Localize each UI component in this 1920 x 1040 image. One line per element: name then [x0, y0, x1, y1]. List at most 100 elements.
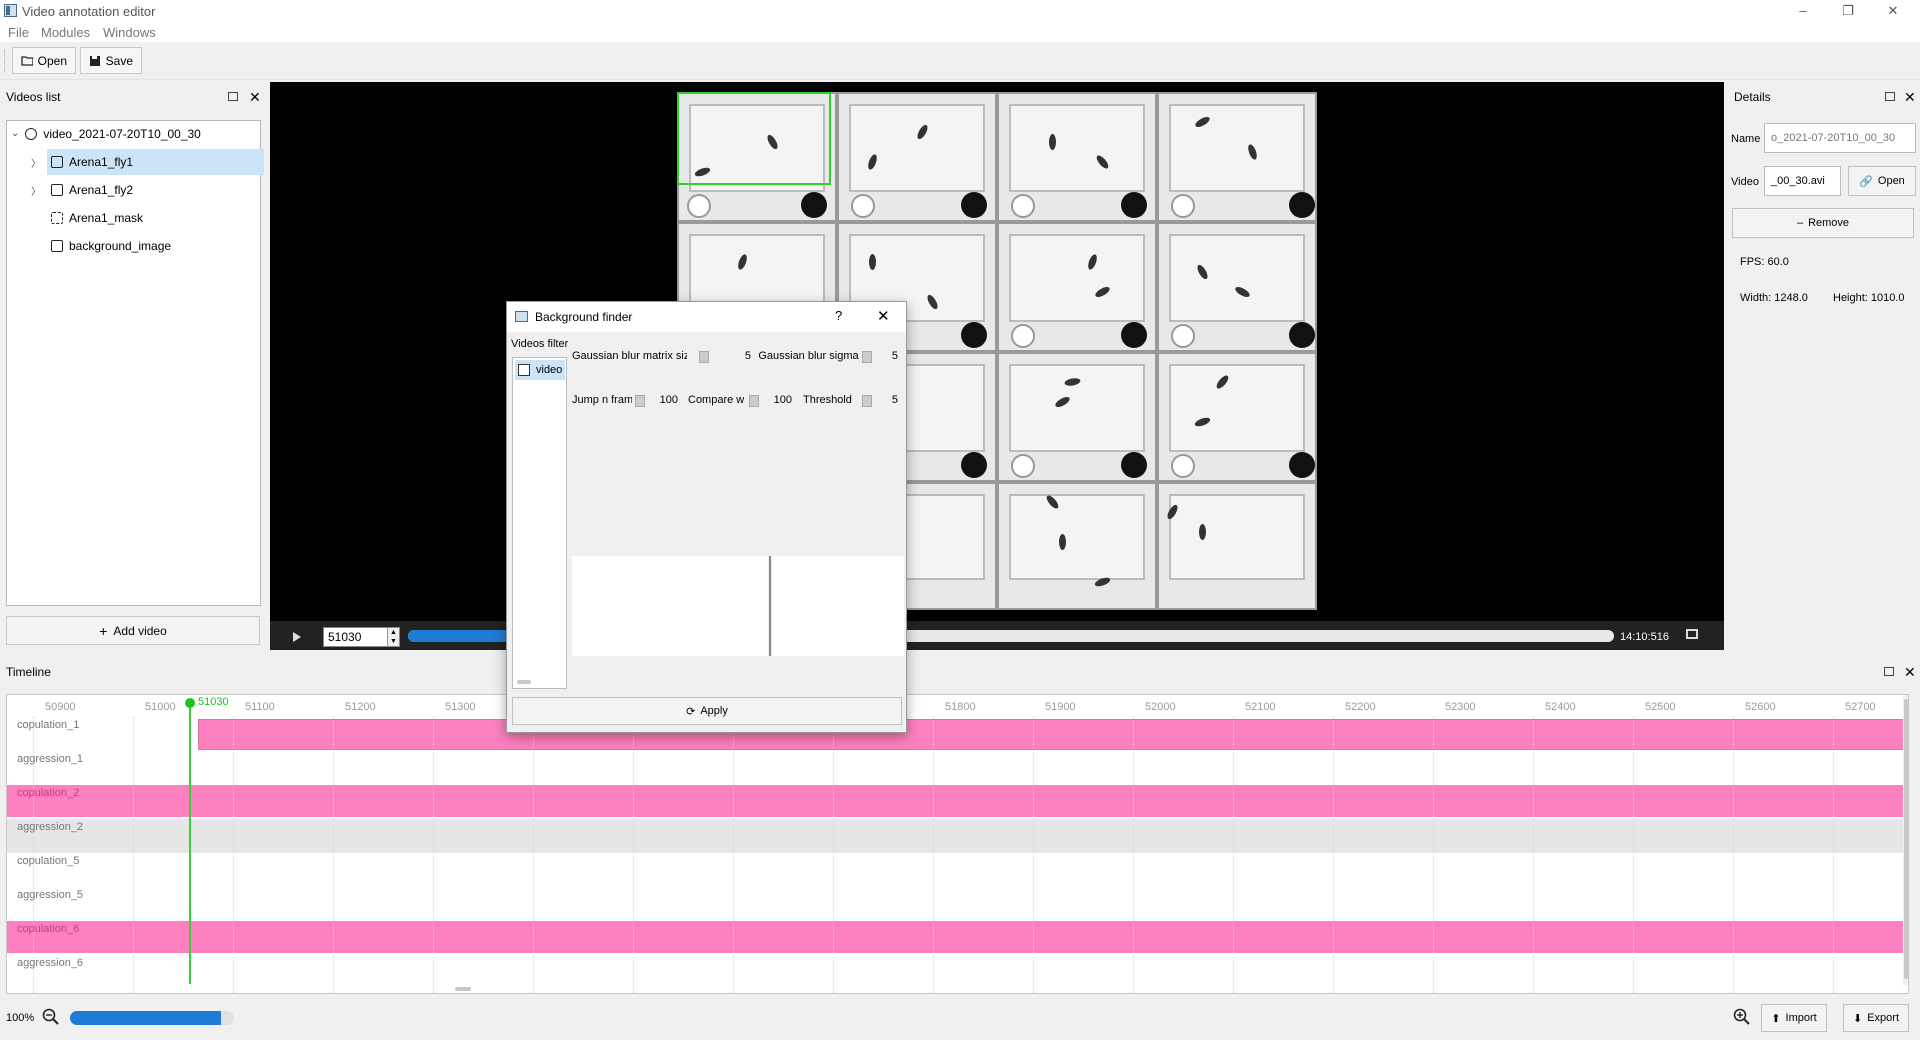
minimize-icon[interactable]: – [1784, 0, 1822, 22]
threshold-value[interactable]: 5 [878, 394, 898, 406]
menu-windows[interactable]: Windows [103, 25, 156, 40]
fullscreen-icon[interactable] [1686, 629, 1698, 639]
apply-label: Apply [700, 705, 728, 717]
blur-size-value[interactable]: 5 [715, 350, 751, 362]
remove-button[interactable]: – Remove [1732, 208, 1914, 238]
tick-label: 51000 [145, 701, 176, 713]
tree-item-label: Arena1_fly2 [69, 183, 134, 197]
filter-checkbox[interactable] [518, 364, 530, 376]
annotation-bar-copulation-2[interactable] [7, 785, 1903, 817]
spin-arrows-icon[interactable]: ▲ ▼ [387, 628, 399, 646]
filter-item-label: video [536, 364, 563, 376]
help-icon[interactable]: ? [835, 308, 842, 323]
tree-item-label: video_2021-07-20T10_00_30 [43, 127, 201, 141]
video-label: Video [1731, 176, 1759, 188]
blur-sigma-label: Gaussian blur sigma X [758, 350, 869, 362]
time-label: 14:10:516 [1620, 631, 1669, 643]
videos-tree[interactable]: ⌄ video_2021-07-20T10_00_30 Arena1_fly1 … [6, 120, 264, 606]
tree-item-background-image[interactable]: background_image [47, 233, 264, 259]
save-button-label: Save [105, 53, 133, 68]
scroll-thumb[interactable] [1904, 699, 1908, 979]
tick-label: 52300 [1445, 701, 1476, 713]
compare-with-value[interactable]: 100 [762, 394, 792, 406]
row-label: aggression_2 [17, 821, 84, 833]
export-button[interactable]: ⬇ Export [1843, 1004, 1909, 1032]
timeline[interactable]: 50900 51000 51100 51200 51300 51400 5150… [6, 694, 1909, 994]
close-icon[interactable]: ✕ [1874, 0, 1912, 22]
close-panel-icon[interactable]: ✕ [1904, 90, 1916, 104]
open-button[interactable]: Open [12, 47, 76, 74]
tick-label: 52200 [1345, 701, 1376, 713]
dialog-title-bar[interactable]: Background finder ? ✕ [507, 302, 906, 332]
tick-label: 52000 [1145, 701, 1176, 713]
timeline-horizontal-scroll-thumb[interactable] [455, 987, 471, 991]
blur-sigma-value[interactable]: 5 [878, 350, 898, 362]
tick-label: 52700 [1845, 701, 1876, 713]
timeline-cursor-handle[interactable] [185, 698, 195, 708]
tree-item-label: Arena1_mask [69, 211, 144, 225]
annotation-bar-copulation-6[interactable] [7, 921, 1903, 953]
toolbar: Open Save [0, 42, 1920, 80]
zoom-slider[interactable] [70, 1011, 234, 1025]
row-label: copulation_6 [17, 923, 80, 935]
row-label: aggression_6 [17, 957, 84, 969]
preview-splitter[interactable] [769, 556, 771, 656]
video-path-field[interactable]: _00_30.avi [1764, 166, 1841, 196]
tree-item-arena1-fly2[interactable]: Arena1_fly2 [47, 177, 264, 203]
compare-with-spin[interactable] [749, 395, 759, 407]
zoom-label: 100% [6, 1012, 35, 1024]
open-video-label: Open [1877, 175, 1905, 187]
float-panel-icon[interactable] [1885, 92, 1895, 101]
upload-icon: ⬆ [1771, 1012, 1781, 1025]
zoom-in-icon[interactable] [1733, 1008, 1751, 1026]
threshold-spin[interactable] [862, 395, 872, 407]
toolbar-grip[interactable] [4, 50, 6, 72]
arena-selection-box[interactable] [677, 92, 831, 185]
params-row-1: Gaussian blur matrix size 5 Gaussian blu… [572, 350, 902, 366]
blur-size-spin[interactable] [699, 351, 709, 363]
restore-icon[interactable]: ❐ [1829, 0, 1867, 22]
float-panel-icon[interactable] [1884, 667, 1894, 676]
chevron-right-icon[interactable]: 〉 [31, 183, 41, 198]
timeline-cursor-label: 51030 [198, 696, 229, 708]
add-video-button[interactable]: + Add video [6, 616, 260, 645]
jump-frames-value[interactable]: 100 [650, 394, 678, 406]
tree-item-arena1-fly1[interactable]: Arena1_fly1 [47, 149, 264, 175]
videos-filter-list[interactable]: video [512, 357, 567, 689]
menu-file[interactable]: File [8, 25, 29, 40]
save-button[interactable]: Save [80, 47, 142, 74]
play-button[interactable] [280, 627, 314, 647]
close-panel-icon[interactable]: ✕ [249, 90, 261, 104]
apply-button[interactable]: ⟳ Apply [512, 697, 902, 725]
threshold-label: Threshold [803, 394, 852, 406]
app-icon [4, 4, 17, 17]
import-button[interactable]: ⬆ Import [1761, 1004, 1827, 1032]
blur-sigma-spin[interactable] [862, 351, 872, 363]
dialog-title: Background finder [535, 310, 633, 324]
close-icon[interactable]: ✕ [877, 307, 890, 325]
tree-item-video[interactable]: ⌄ video_2021-07-20T10_00_30 [7, 121, 264, 147]
chevron-down-icon[interactable]: ⌄ [11, 121, 19, 147]
chevron-right-icon[interactable]: 〉 [31, 155, 41, 170]
open-video-button[interactable]: 🔗 Open [1848, 166, 1916, 196]
menu-modules[interactable]: Modules [41, 25, 90, 40]
name-field[interactable]: o_2021-07-20T10_00_30 [1764, 123, 1916, 153]
timeline-vertical-scrollbar[interactable] [1903, 695, 1908, 985]
tick-label: 52100 [1245, 701, 1276, 713]
jump-frames-spin[interactable] [635, 395, 645, 407]
link-icon: 🔗 [1859, 175, 1873, 188]
export-label: Export [1867, 1012, 1899, 1024]
frame-number-input[interactable]: 51030 ▲ ▼ [323, 627, 400, 647]
filter-item-video[interactable]: video [515, 360, 565, 380]
videos-panel-title: Videos list [6, 90, 61, 104]
annotation-row-aggression-2-shaded[interactable] [7, 819, 1903, 853]
zoom-out-icon[interactable] [42, 1008, 60, 1026]
close-panel-icon[interactable]: ✕ [1904, 665, 1916, 679]
download-icon: ⬇ [1852, 1012, 1863, 1025]
timeline-cursor[interactable] [189, 700, 191, 984]
row-label: copulation_1 [17, 719, 80, 731]
annotation-bar-copulation-1[interactable] [198, 719, 1905, 750]
tree-item-arena1-mask[interactable]: Arena1_mask [47, 205, 264, 231]
float-panel-icon[interactable] [228, 92, 238, 101]
filter-scroll-thumb[interactable] [517, 680, 531, 684]
